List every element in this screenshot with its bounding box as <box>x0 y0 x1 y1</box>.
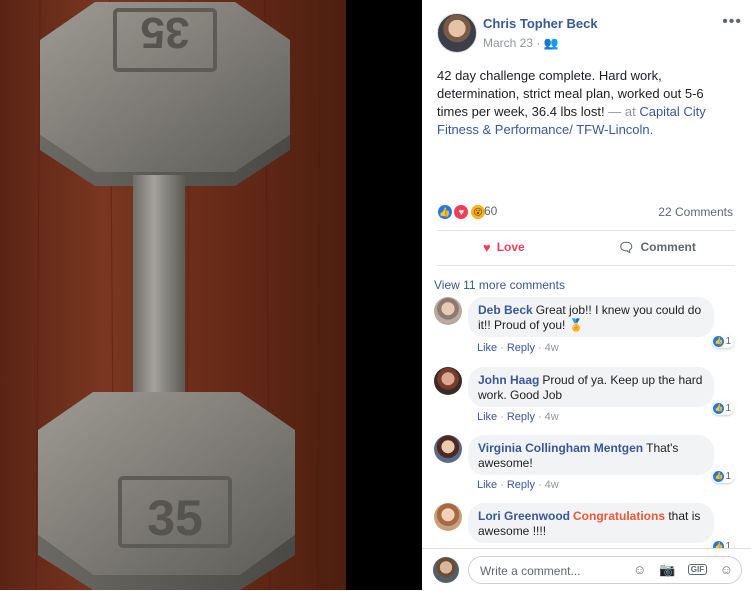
comment-reply-link[interactable]: Reply <box>507 479 535 491</box>
comment-bubble: Virginia Collingham Mentgen That's awesom… <box>468 435 714 475</box>
view-more-comments-link[interactable]: View 11 more comments <box>434 278 565 292</box>
mention-highlight[interactable]: Congratulations <box>573 509 665 523</box>
comment-time[interactable]: 4w <box>545 479 559 491</box>
dumbbell-photo: 35 35 <box>0 0 422 590</box>
love-label: Love <box>496 240 525 254</box>
weight-number-top: 35 <box>141 8 190 57</box>
commenter-name[interactable]: John Haag <box>478 373 539 387</box>
post-detail-panel: Chris Topher Beck March 23 · 👥 ••• 42 da… <box>422 0 751 591</box>
comment-like-link[interactable]: Like <box>477 342 497 354</box>
comment-actions: Like · Reply · 4w <box>477 411 559 423</box>
separator: · <box>500 411 504 423</box>
comment-actions: Like · Reply · 4w <box>477 479 559 491</box>
sticker-icon[interactable]: ☺ <box>720 562 733 577</box>
comment-bubble: Lori Greenwood Congratulations that is aw… <box>468 503 714 543</box>
commenter-avatar[interactable] <box>434 297 462 325</box>
comment-like-count[interactable]: 👍 1 <box>712 402 734 416</box>
weight-number-bottom: 35 <box>147 490 203 546</box>
love-button[interactable]: ♥ Love <box>483 240 525 255</box>
comment-icon: 🗨 <box>618 240 635 255</box>
location-prefix: — at <box>604 104 640 119</box>
comment-button[interactable]: 🗨 Comment <box>618 240 696 256</box>
author-name[interactable]: Chris Topher Beck <box>483 16 598 31</box>
comment-placeholder: Write a comment... <box>480 564 581 578</box>
like-reaction-icon: 👍 <box>437 203 453 220</box>
post-header: Chris Topher Beck March 23 · 👥 ••• <box>437 13 742 53</box>
commenter-avatar[interactable] <box>434 503 462 531</box>
post-date[interactable]: March 23 <box>483 36 533 50</box>
post-photo[interactable]: 35 35 <box>0 0 422 590</box>
comment-like-link[interactable]: Like <box>477 479 497 491</box>
like-reaction-icon: 👍 <box>713 471 725 482</box>
reaction-icons[interactable]: 👍 ♥ 😮 <box>437 203 486 221</box>
reactions-bar: 👍 ♥ 😮 60 22 Comments <box>437 201 733 221</box>
commenter-avatar[interactable] <box>434 435 462 463</box>
comment-like-count[interactable]: 👍 1 <box>712 470 734 484</box>
commenter-name[interactable]: Deb Beck <box>478 303 533 317</box>
separator: · <box>500 479 504 491</box>
post-meta: March 23 · 👥 <box>483 36 559 50</box>
comment-input[interactable]: Write a comment... ☺ 📷 GIF ☺ <box>468 556 742 584</box>
emoji-icon[interactable]: ☺ <box>633 562 646 577</box>
like-reaction-icon: 👍 <box>713 336 725 347</box>
comment-reply-link[interactable]: Reply <box>507 411 535 423</box>
love-reaction-icon: ♥ <box>453 203 470 220</box>
camera-icon[interactable]: 📷 <box>659 562 675 577</box>
action-bar: ♥ Love 🗨 Comment <box>437 230 735 266</box>
commenter-name[interactable]: Lori Greenwood <box>478 509 570 523</box>
comment-reply-link[interactable]: Reply <box>507 342 535 354</box>
current-user-avatar <box>433 557 459 583</box>
more-options-icon[interactable]: ••• <box>722 13 742 31</box>
friends-privacy-icon[interactable]: · 👥 <box>536 36 558 50</box>
separator: · <box>537 342 542 354</box>
comment-composer: Write a comment... ☺ 📷 GIF ☺ <box>422 548 751 591</box>
separator: · <box>537 411 542 423</box>
comments-count[interactable]: 22 Comments <box>658 205 733 219</box>
separator: · <box>500 342 504 354</box>
post-body: 42 day challenge complete. Hard work, de… <box>437 67 737 139</box>
author-avatar[interactable] <box>437 13 477 53</box>
comment-time[interactable]: 4w <box>545 342 559 354</box>
composer-icons: ☺ 📷 GIF ☺ <box>624 562 733 578</box>
comment-label: Comment <box>640 240 696 254</box>
facebook-photo-viewer: 35 35 Chris Topher Beck March 23 · 👥 •••… <box>0 0 751 591</box>
comment-like-link[interactable]: Like <box>477 411 497 423</box>
comment-bubble: Deb Beck Great job!! I knew you could do … <box>468 297 714 337</box>
commenter-avatar[interactable] <box>434 367 462 395</box>
commenter-name[interactable]: Virginia Collingham Mentgen <box>478 441 643 455</box>
separator: · <box>537 479 542 491</box>
like-reaction-icon: 👍 <box>713 403 725 414</box>
comment-time[interactable]: 4w <box>545 411 559 423</box>
comment-like-count[interactable]: 👍 1 <box>712 335 734 349</box>
love-icon: ♥ <box>483 240 491 255</box>
reactions-count[interactable]: 60 <box>484 204 497 218</box>
comment-bubble: John Haag Proud of ya. Keep up the hard w… <box>468 367 714 407</box>
comment-actions: Like · Reply · 4w <box>477 342 559 354</box>
gif-icon[interactable]: GIF <box>687 564 708 575</box>
